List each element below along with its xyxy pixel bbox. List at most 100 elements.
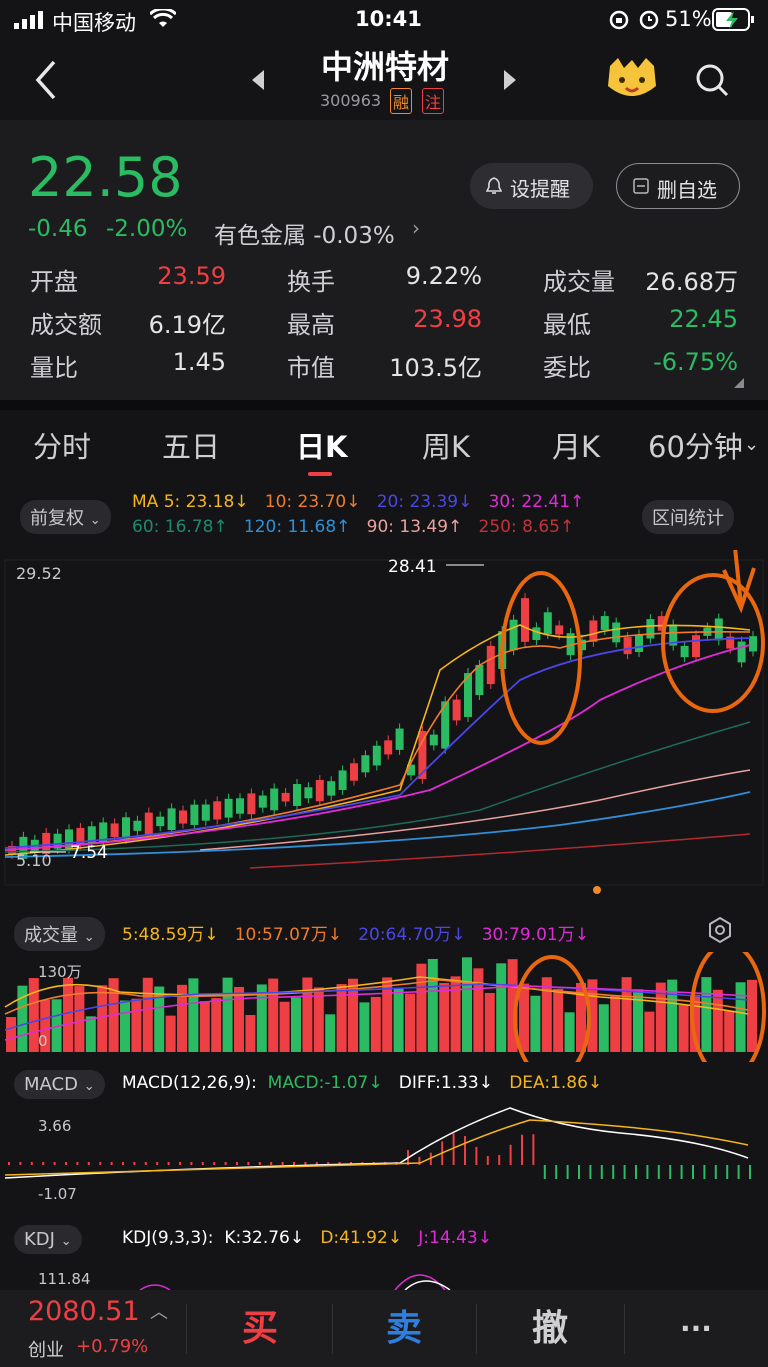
volume-bar bbox=[245, 1014, 256, 1052]
macd-chart[interactable]: 3.66 -1.07 bbox=[0, 1105, 768, 1210]
bottom-trade-bar: 2080.51 ︿ 创业 +0.79% 买 卖 撤 ··· bbox=[0, 1290, 768, 1367]
kdj-selector[interactable]: KDJ ⌄ bbox=[14, 1225, 82, 1254]
ma10-line bbox=[4, 631, 751, 851]
macd-bar bbox=[726, 1165, 729, 1179]
dea-value: DEA:1.86↓ bbox=[509, 1073, 603, 1093]
macd-bar bbox=[680, 1165, 683, 1179]
stat-value-low: 22.45 bbox=[669, 305, 738, 333]
stat-label-market-cap: 市值 bbox=[287, 354, 335, 382]
tab-five-day[interactable]: 五日 bbox=[162, 424, 220, 466]
expand-corner-icon[interactable] bbox=[734, 378, 744, 388]
volume-bar bbox=[222, 977, 233, 1052]
set-alert-button[interactable]: 设提醒 bbox=[470, 163, 593, 209]
k-value: K:32.76↓ bbox=[224, 1228, 305, 1248]
volume-bar bbox=[621, 977, 632, 1052]
macd-bar bbox=[657, 1165, 660, 1179]
kdj-chart[interactable]: 111.84 bbox=[0, 1260, 768, 1290]
cancel-order-button[interactable]: 撤 bbox=[478, 1290, 622, 1367]
volume-bar bbox=[74, 986, 85, 1052]
kdj-params: KDJ(9,3,3): bbox=[122, 1228, 214, 1248]
remove-watchlist-button[interactable]: 删自选 bbox=[616, 163, 740, 209]
macd-bar bbox=[578, 1165, 580, 1179]
index-value[interactable]: 2080.51 bbox=[28, 1296, 140, 1327]
volume-bar bbox=[85, 1016, 96, 1052]
quote-panel: 22.58 -0.46 -2.00% 有色金属 -0.03% › 设提醒 删自选… bbox=[0, 120, 768, 400]
chevron-up-icon[interactable]: ︿ bbox=[150, 1298, 168, 1324]
macd-bar bbox=[156, 1162, 159, 1165]
bell-icon bbox=[486, 177, 502, 194]
battery-charging-icon bbox=[712, 8, 754, 31]
volume-bar bbox=[268, 978, 279, 1052]
volume-bar bbox=[359, 1002, 370, 1052]
volume-bar bbox=[211, 998, 222, 1052]
next-stock-icon[interactable] bbox=[502, 70, 516, 90]
current-price: 22.58 bbox=[28, 146, 183, 209]
diff-value: DIFF:1.33↓ bbox=[398, 1073, 493, 1093]
volume-chart[interactable]: 130万 0 bbox=[0, 952, 768, 1062]
divider bbox=[332, 1304, 333, 1354]
search-icon[interactable] bbox=[694, 62, 730, 98]
divider bbox=[0, 400, 768, 410]
stock-header: 中洲特材 300963 融 注 bbox=[0, 40, 768, 120]
volume-bar bbox=[370, 996, 381, 1052]
macd-bar bbox=[224, 1162, 227, 1165]
volume-bar bbox=[439, 983, 450, 1052]
chevron-down-icon[interactable]: ⌄ bbox=[744, 434, 759, 455]
macd-bar bbox=[281, 1162, 284, 1165]
tab-intraday[interactable]: 分时 bbox=[33, 424, 91, 466]
sector-link[interactable]: 有色金属 -0.03% bbox=[214, 216, 395, 250]
tab-60min[interactable]: 60分钟 bbox=[648, 424, 743, 466]
prev-stock-icon[interactable] bbox=[252, 70, 266, 90]
back-icon[interactable] bbox=[34, 60, 58, 100]
alarm-icon bbox=[639, 10, 659, 30]
range-stats-label: 区间统计 bbox=[652, 508, 724, 529]
settings-icon[interactable] bbox=[706, 916, 734, 944]
stat-value-high: 23.98 bbox=[413, 305, 482, 333]
price-axis-bottom: 5.10 bbox=[16, 851, 52, 870]
stat-value-market-cap: 103.5亿 bbox=[389, 354, 482, 382]
macd-bar bbox=[692, 1165, 694, 1179]
tab-monthly-k[interactable]: 月K bbox=[552, 424, 600, 466]
macd-selector[interactable]: MACD ⌄ bbox=[14, 1070, 105, 1099]
macd-bar bbox=[110, 1162, 113, 1165]
chevron-down-icon: ⌄ bbox=[83, 1079, 95, 1094]
stock-code: 300963 bbox=[320, 91, 382, 110]
kdj-label: KDJ bbox=[24, 1229, 55, 1250]
kline-chart[interactable]: 29.52 5.10 28.41 7.54 bbox=[0, 550, 768, 895]
macd-bar bbox=[486, 1155, 489, 1165]
chevron-down-icon: ⌄ bbox=[89, 513, 101, 528]
tab-weekly-k[interactable]: 周K bbox=[422, 424, 470, 466]
stat-label-volume: 成交量 bbox=[543, 268, 615, 296]
status-bar: 中国移动 10:41 51% bbox=[0, 0, 768, 40]
macd-bar bbox=[452, 1133, 455, 1165]
adjust-label: 前复权 bbox=[30, 508, 84, 529]
macd-bar bbox=[133, 1162, 136, 1165]
stat-value-open: 23.59 bbox=[157, 262, 226, 290]
sell-button[interactable]: 卖 bbox=[334, 1290, 474, 1367]
registration-badge: 注 bbox=[422, 88, 445, 114]
macd-bar bbox=[76, 1162, 79, 1165]
range-stats-button[interactable]: 区间统计 bbox=[642, 500, 734, 534]
volume-bar bbox=[313, 987, 324, 1052]
volume-axis-top: 130万 bbox=[38, 963, 82, 981]
adjust-selector[interactable]: 前复权 ⌄ bbox=[20, 500, 111, 534]
mascot-icon[interactable] bbox=[604, 56, 660, 102]
tab-daily-k[interactable]: 日K bbox=[296, 424, 347, 466]
chevron-down-icon: ⌄ bbox=[83, 930, 95, 945]
volume-bar bbox=[724, 1010, 735, 1052]
volume-bar bbox=[473, 968, 484, 1052]
ma120-value: 120: 11.68↑ bbox=[243, 517, 351, 537]
buy-button[interactable]: 买 bbox=[190, 1290, 330, 1367]
macd-bar bbox=[498, 1154, 501, 1165]
volume-selector[interactable]: 成交量 ⌄ bbox=[14, 917, 105, 951]
stat-label-bid-ratio: 委比 bbox=[543, 354, 591, 382]
more-button[interactable]: ··· bbox=[626, 1290, 766, 1367]
macd-bar bbox=[201, 1162, 204, 1165]
ma5-line bbox=[4, 624, 751, 856]
volume-bar bbox=[530, 995, 541, 1052]
macd-bar bbox=[623, 1165, 626, 1179]
volume-bar bbox=[484, 992, 495, 1052]
macd-bar bbox=[190, 1162, 193, 1165]
battery-percent: 51% bbox=[665, 7, 712, 31]
volume-bar bbox=[302, 977, 313, 1052]
